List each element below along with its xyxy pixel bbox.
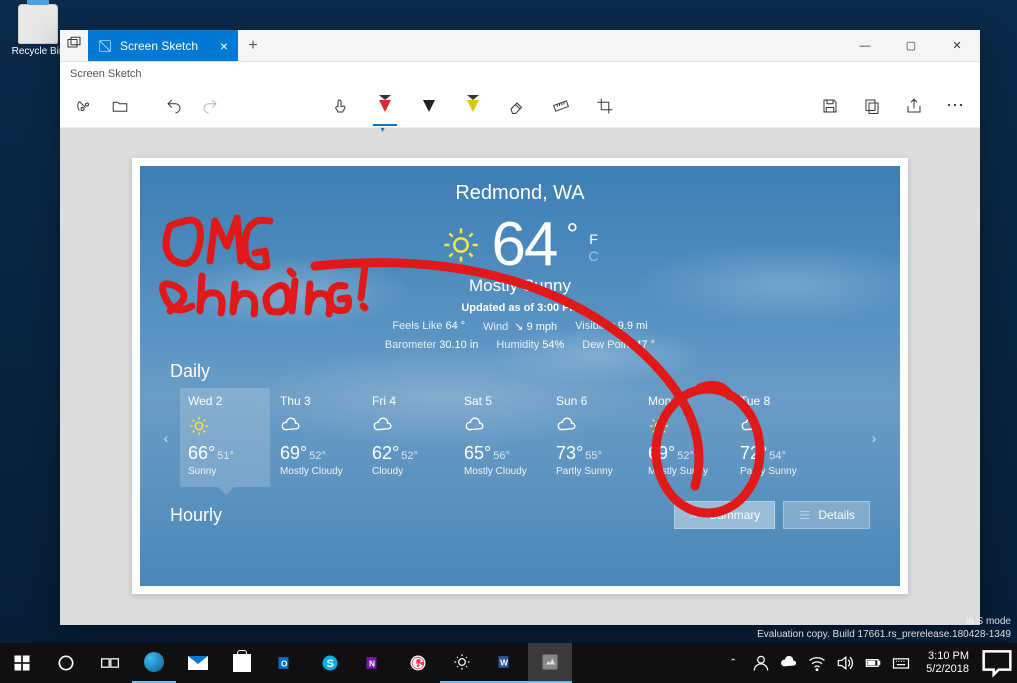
degree-symbol: °: [566, 218, 578, 252]
sets-previous-icon[interactable]: [60, 30, 88, 58]
svg-text:O: O: [281, 658, 288, 668]
touch-writing-button[interactable]: [327, 92, 355, 120]
scroll-left[interactable]: ‹: [158, 388, 174, 487]
eraser-button[interactable]: [503, 92, 531, 120]
svg-text:N: N: [369, 658, 375, 668]
weather-widget: Redmond, WA 64 ° F C Mostly Sunny Update…: [140, 166, 900, 586]
day-card-2[interactable]: Fri 462°52°Cloudy: [364, 388, 454, 487]
open-button[interactable]: [106, 92, 134, 120]
daily-label: Daily: [170, 361, 900, 382]
highlighter-button[interactable]: [459, 92, 487, 120]
condition-label: Mostly Sunny: [140, 276, 900, 296]
recycle-bin[interactable]: Recycle Bin: [8, 4, 68, 57]
current-temp: 64: [491, 209, 556, 280]
details-button[interactable]: Details: [783, 501, 870, 529]
edge-button[interactable]: [132, 643, 176, 683]
screen-sketch-taskbar-button[interactable]: [528, 643, 572, 683]
window-controls: — ▢ ✕: [842, 30, 980, 61]
taskbar: O S N W ˆ 3:10 PM 5/2/2018: [0, 643, 1017, 683]
recycle-bin-label: Recycle Bin: [8, 46, 68, 57]
day-card-0[interactable]: Wed 266°51°Sunny: [180, 388, 270, 487]
people-icon[interactable]: [748, 643, 774, 683]
undo-button[interactable]: [160, 92, 188, 120]
save-button[interactable]: [816, 92, 844, 120]
canvas-area[interactable]: Redmond, WA 64 ° F C Mostly Sunny Update…: [60, 128, 980, 625]
share-button[interactable]: [900, 92, 928, 120]
action-center-button[interactable]: [977, 643, 1017, 683]
black-pen-button[interactable]: [415, 92, 443, 120]
summary-button[interactable]: Summary: [674, 501, 775, 529]
titlebar: Screen Sketch × + — ▢ ✕: [60, 30, 980, 62]
store-button[interactable]: [220, 643, 264, 683]
copy-button[interactable]: [858, 92, 886, 120]
redo-button[interactable]: [196, 92, 224, 120]
window-subtitle: Screen Sketch: [60, 62, 980, 84]
location-label: Redmond, WA: [140, 182, 900, 205]
close-button[interactable]: ✕: [934, 30, 980, 61]
ruler-button[interactable]: [547, 92, 575, 120]
mail-button[interactable]: [176, 643, 220, 683]
screen-sketch-window: Screen Sketch × + — ▢ ✕ Screen Sketch ▾: [60, 30, 980, 625]
unit-c[interactable]: C: [588, 248, 598, 265]
recycle-bin-icon: [18, 4, 58, 44]
weather-app-button[interactable]: [440, 643, 484, 683]
svg-text:W: W: [500, 657, 508, 667]
volume-icon[interactable]: [832, 643, 858, 683]
sun-icon: [441, 225, 481, 265]
hourly-label: Hourly: [170, 505, 222, 526]
tab-title: Screen Sketch: [120, 39, 198, 53]
day-card-6[interactable]: Tue 872°54°Partly Sunny: [732, 388, 822, 487]
onenote-button[interactable]: N: [352, 643, 396, 683]
new-snip-button[interactable]: [70, 92, 98, 120]
power-icon[interactable]: [860, 643, 886, 683]
stats-row: Feels Like64 ° Wind ↘ 9 mph Visibility9.…: [140, 320, 900, 333]
more-button[interactable]: ⋯: [942, 92, 970, 120]
updated-label: Updated as of 3:00 PM: [140, 302, 900, 314]
word-button[interactable]: W: [484, 643, 528, 683]
onedrive-icon[interactable]: [776, 643, 802, 683]
new-tab-button[interactable]: +: [238, 30, 268, 61]
clock[interactable]: 3:10 PM 5/2/2018: [918, 650, 977, 676]
task-view-button[interactable]: [88, 643, 132, 683]
minimize-button[interactable]: —: [842, 30, 888, 61]
snip-sheet: Redmond, WA 64 ° F C Mostly Sunny Update…: [132, 158, 908, 594]
scroll-right[interactable]: ›: [866, 388, 882, 487]
itunes-button[interactable]: [396, 643, 440, 683]
day-card-1[interactable]: Thu 369°52°Mostly Cloudy: [272, 388, 362, 487]
svg-text:S: S: [327, 658, 334, 670]
skype-button[interactable]: S: [308, 643, 352, 683]
network-icon[interactable]: [804, 643, 830, 683]
start-button[interactable]: [0, 643, 44, 683]
unit-f[interactable]: F: [588, 231, 598, 248]
toolbar: ▾ ⋯: [60, 84, 980, 128]
system-tray: ˆ: [720, 643, 918, 683]
cortana-button[interactable]: [44, 643, 88, 683]
tab-close-icon[interactable]: ×: [220, 38, 228, 54]
stats-row-2: Barometer30.10 in Humidity54% Dew Point4…: [140, 339, 900, 351]
maximize-button[interactable]: ▢: [888, 30, 934, 61]
daily-forecast: ‹ Wed 266°51°SunnyThu 369°52°Mostly Clou…: [140, 388, 900, 487]
red-pen-button[interactable]: ▾: [371, 92, 399, 120]
app-icon: [98, 39, 112, 53]
outlook-button[interactable]: O: [264, 643, 308, 683]
day-card-5[interactable]: Mon 769°52°Mostly Sunny: [640, 388, 730, 487]
keyboard-icon[interactable]: [888, 643, 914, 683]
crop-button[interactable]: [591, 92, 619, 120]
tray-overflow[interactable]: ˆ: [720, 643, 746, 683]
day-card-3[interactable]: Sat 565°56°Mostly Cloudy: [456, 388, 546, 487]
tab-screen-sketch[interactable]: Screen Sketch ×: [88, 30, 238, 61]
evaluation-watermark: in S mode Evaluation copy. Build 17661.r…: [757, 615, 1011, 641]
day-card-4[interactable]: Sun 673°55°Partly Sunny: [548, 388, 638, 487]
